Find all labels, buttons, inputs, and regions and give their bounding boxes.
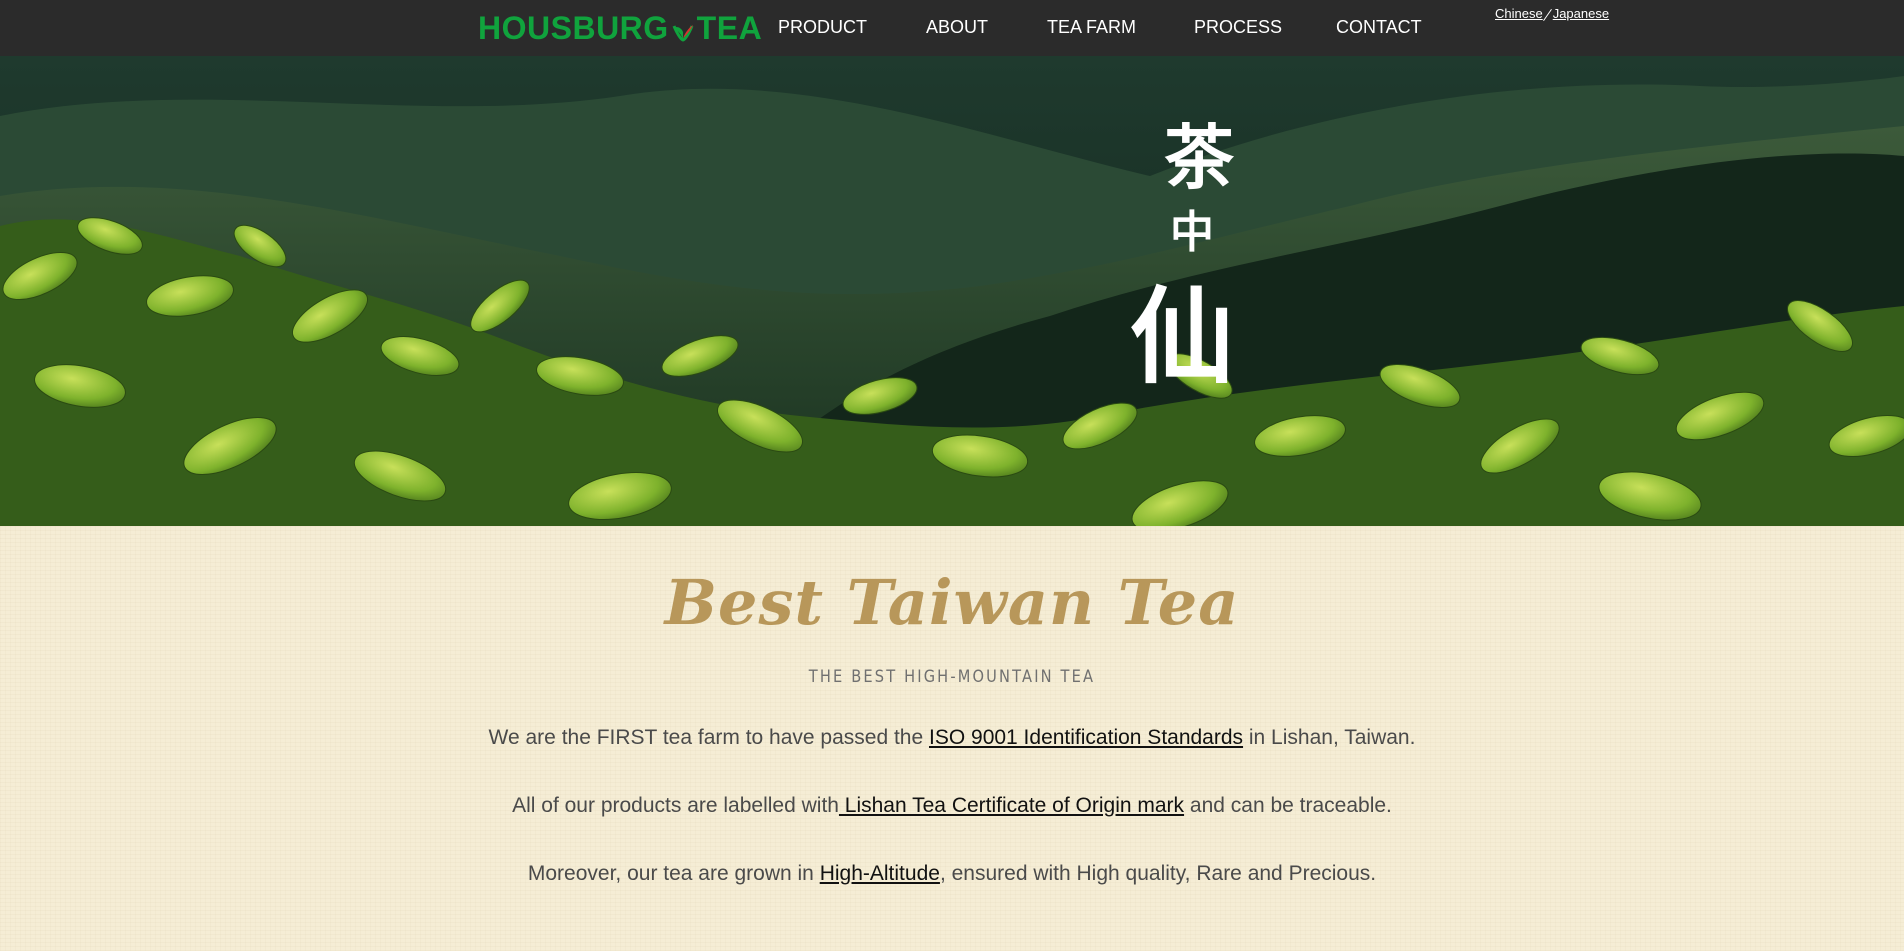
- top-navigation-bar: HOUSBURG TEA PRODUCT ABOUT TEA FARM PROC…: [0, 0, 1904, 56]
- page-title: Best Taiwan Tea: [664, 566, 1240, 639]
- intro-line-iso-text-before: We are the FIRST tea farm to have passed…: [488, 726, 929, 749]
- tea-leaf-icon: [670, 12, 696, 44]
- intro-line-altitude: Moreover, our tea are grown in High-Alti…: [0, 862, 1904, 886]
- intro-line-origin-text-after: and can be traceable.: [1184, 794, 1392, 817]
- calligraphy-char-1: 茶: [1164, 116, 1234, 199]
- intro-line-iso-text-after: in Lishan, Taiwan.: [1243, 726, 1416, 749]
- intro-section: Best Taiwan Tea THE BEST HIGH-MOUNTAIN T…: [0, 526, 1904, 951]
- intro-line-iso: We are the FIRST tea farm to have passed…: [0, 726, 1904, 750]
- housburg-tea-logo[interactable]: HOUSBURG TEA: [478, 8, 762, 48]
- lang-japanese-link[interactable]: Japanese: [1553, 6, 1609, 21]
- lang-divider: [1543, 9, 1553, 21]
- nav-about[interactable]: ABOUT: [926, 0, 988, 54]
- hero-banner-image: 茶 中 仙: [0, 56, 1904, 526]
- logo-text-right: TEA: [696, 9, 763, 46]
- nav-tea-farm[interactable]: TEA FARM: [1047, 0, 1136, 54]
- nav-product[interactable]: PRODUCT: [778, 0, 867, 54]
- calligraphy-char-2: 中: [1170, 207, 1214, 258]
- iso-9001-link[interactable]: ISO 9001 Identification Standards: [929, 726, 1243, 749]
- logo-text-left: HOUSBURG: [478, 9, 669, 46]
- language-switcher: Chinese Japanese: [1495, 6, 1609, 21]
- lang-chinese-link[interactable]: Chinese: [1495, 6, 1543, 21]
- calligraphy-char-3: 仙: [1130, 275, 1235, 398]
- page-subtitle: THE BEST HIGH-MOUNTAIN TEA: [808, 667, 1096, 687]
- intro-line-origin-text-before: All of our products are labelled with: [512, 794, 839, 817]
- nav-contact[interactable]: CONTACT: [1336, 0, 1422, 54]
- nav-process[interactable]: PROCESS: [1194, 0, 1282, 54]
- mountain-tea-landscape: [0, 56, 1904, 526]
- intro-line-altitude-text-before: Moreover, our tea are grown in: [527, 862, 820, 885]
- high-altitude-link[interactable]: High-Altitude: [820, 862, 940, 885]
- certificate-of-origin-link[interactable]: Lishan Tea Certificate of Origin mark: [839, 794, 1184, 817]
- intro-line-altitude-text-after: , ensured with High quality, Rare and Pr…: [939, 862, 1377, 885]
- intro-line-origin: All of our products are labelled with Li…: [0, 794, 1904, 818]
